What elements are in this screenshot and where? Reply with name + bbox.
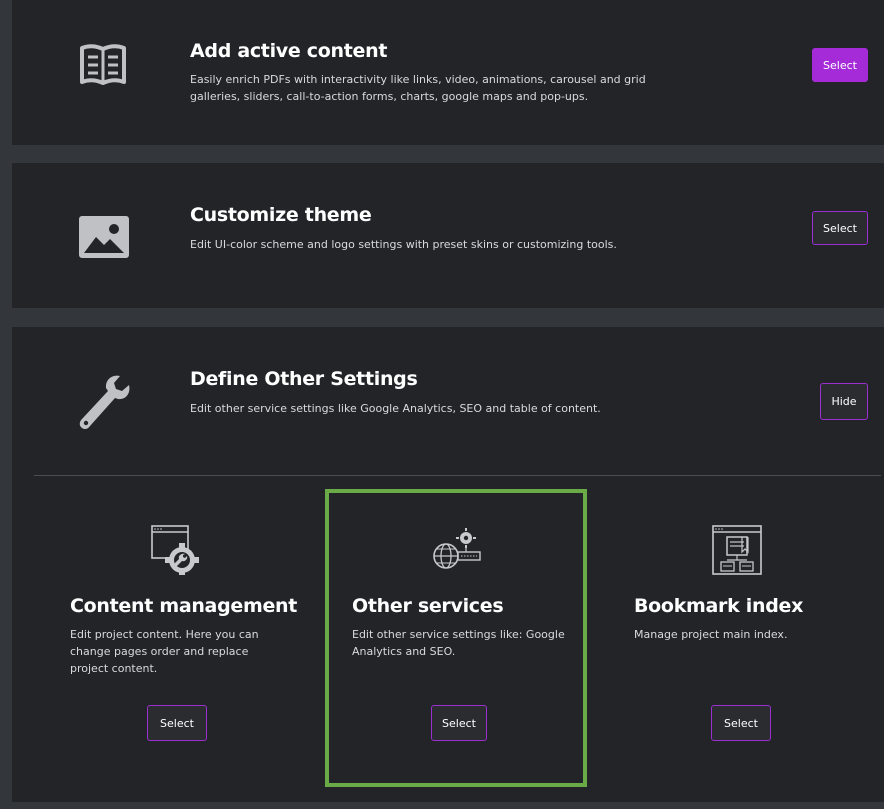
active-content-description: Easily enrich PDFs with interactivity li… (190, 73, 646, 103)
wrench-icon (76, 372, 132, 436)
other-settings-title: Define Other Settings (190, 368, 418, 390)
panel-define-other-settings: Define Other Settings Edit other service… (12, 327, 884, 802)
content-management-title: Content management (70, 595, 298, 617)
other-settings-description: Edit other service settings like Google … (190, 402, 601, 415)
active-content-select-button[interactable]: Select (812, 48, 868, 82)
bookmark-index-select-button[interactable]: Select (711, 705, 771, 741)
other-settings-hide-button[interactable]: Hide (820, 383, 868, 420)
active-content-title: Add active content (190, 40, 388, 62)
bookmark-document-icon (711, 524, 763, 580)
customize-theme-title: Customize theme (190, 204, 372, 226)
bookmark-index-title: Bookmark index (634, 595, 804, 617)
panel-add-active-content: Add active content Easily enrich PDFs wi… (12, 0, 884, 145)
other-services-title: Other services (352, 595, 504, 617)
globe-gear-icon (430, 524, 486, 576)
book-icon (78, 42, 128, 92)
bookmark-index-description: Manage project main index. (634, 628, 788, 641)
content-management-select-button[interactable]: Select (147, 705, 207, 741)
other-services-description: Edit other service settings like: Google… (352, 628, 565, 658)
image-icon (78, 215, 130, 263)
customize-theme-select-button[interactable]: Select (812, 211, 868, 245)
panel-customize-theme: Customize theme Edit UI-color scheme and… (12, 163, 884, 308)
customize-theme-description: Edit UI-color scheme and logo settings w… (190, 238, 617, 251)
settings-window-icon (150, 524, 202, 580)
other-services-select-button[interactable]: Select (431, 705, 487, 741)
divider (34, 475, 881, 476)
content-management-description: Edit project content. Here you can chang… (70, 628, 259, 675)
